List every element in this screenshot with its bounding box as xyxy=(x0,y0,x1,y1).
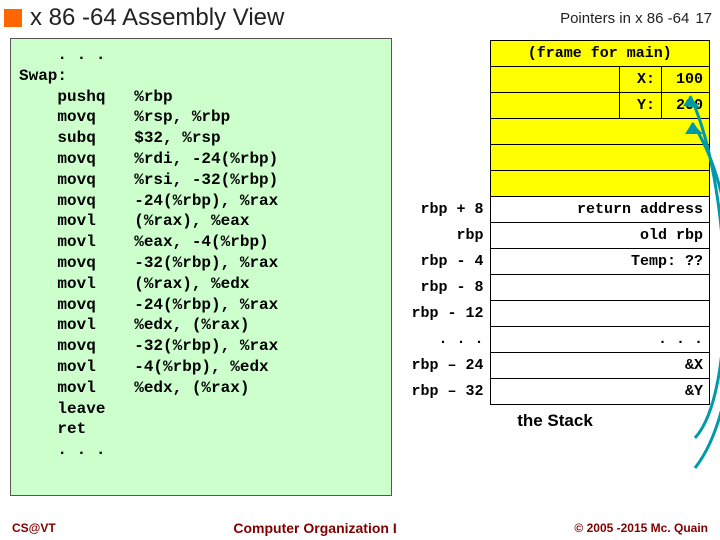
footer-right: © 2005 -2015 Mc. Quain xyxy=(574,521,708,535)
main-content: . . . Swap: pushq %rbp movq %rsp, %rbp s… xyxy=(0,38,720,496)
stack-cell: &Y xyxy=(490,379,710,405)
assembly-code-block: . . . Swap: pushq %rbp movq %rsp, %rbp s… xyxy=(10,38,392,496)
slide-footer: CS@VT Computer Organization I © 2005 -20… xyxy=(0,520,720,536)
stack-offset-label: rbp - 12 xyxy=(400,301,490,327)
slide-header: x 86 -64 Assembly View Pointers in x 86 … xyxy=(0,0,720,38)
stack-offset-label xyxy=(400,145,490,171)
stack-cell xyxy=(490,67,620,93)
page-subtitle: Pointers in x 86 -64 xyxy=(560,10,689,27)
frame-header: (frame for main) xyxy=(490,41,710,67)
stack-row: X:100 xyxy=(400,67,710,93)
stack-row xyxy=(400,119,710,145)
stack-cell xyxy=(490,301,710,327)
stack-offset-label: rbp – 32 xyxy=(400,379,490,405)
stack-offset-label: rbp - 8 xyxy=(400,275,490,301)
stack-cell xyxy=(490,145,710,171)
stack-row: rbp + 8return address xyxy=(400,197,710,223)
stack-var-name: X: xyxy=(620,67,662,93)
stack-offset-label: rbp + 8 xyxy=(400,197,490,223)
stack-row: rbp - 12 xyxy=(400,301,710,327)
stack-row: rbpold rbp xyxy=(400,223,710,249)
stack-row xyxy=(400,171,710,197)
stack-cell xyxy=(490,93,620,119)
stack-offset-label xyxy=(400,119,490,145)
stack-offset-label: . . . xyxy=(400,327,490,353)
stack-cell: return address xyxy=(490,197,710,223)
stack-cell: . . . xyxy=(490,327,710,353)
stack-offset-label: rbp – 24 xyxy=(400,353,490,379)
stack-offset-label xyxy=(400,171,490,197)
stack-row: rbp - 4Temp: ?? xyxy=(400,249,710,275)
page-title: x 86 -64 Assembly View xyxy=(30,4,560,32)
stack-var-name: Y: xyxy=(620,93,662,119)
stack-row xyxy=(400,145,710,171)
stack-offset-label xyxy=(400,93,490,119)
stack-var-value: 100 xyxy=(662,67,710,93)
stack-row: rbp - 8 xyxy=(400,275,710,301)
footer-center: Computer Organization I xyxy=(56,520,575,536)
stack-table: (frame for main) X:100Y:200 rbp + 8return… xyxy=(400,40,710,405)
header-accent-square xyxy=(4,9,22,27)
stack-cell xyxy=(490,171,710,197)
stack-cell xyxy=(490,119,710,145)
stack-row: Y:200 xyxy=(400,93,710,119)
stack-row: rbp – 32&Y xyxy=(400,379,710,405)
stack-cell xyxy=(490,275,710,301)
stack-diagram: (frame for main) X:100Y:200 rbp + 8return… xyxy=(400,38,710,496)
stack-cell: old rbp xyxy=(490,223,710,249)
page-number: 17 xyxy=(695,10,712,27)
stack-offset-label: rbp - 4 xyxy=(400,249,490,275)
stack-offset-label xyxy=(400,67,490,93)
stack-row: . . .. . . xyxy=(400,327,710,353)
stack-caption: the Stack xyxy=(400,411,710,431)
stack-cell: &X xyxy=(490,353,710,379)
stack-cell: Temp: ?? xyxy=(490,249,710,275)
footer-left: CS@VT xyxy=(12,521,56,535)
stack-offset-label: rbp xyxy=(400,223,490,249)
stack-row: rbp – 24&X xyxy=(400,353,710,379)
stack-var-value: 200 xyxy=(662,93,710,119)
